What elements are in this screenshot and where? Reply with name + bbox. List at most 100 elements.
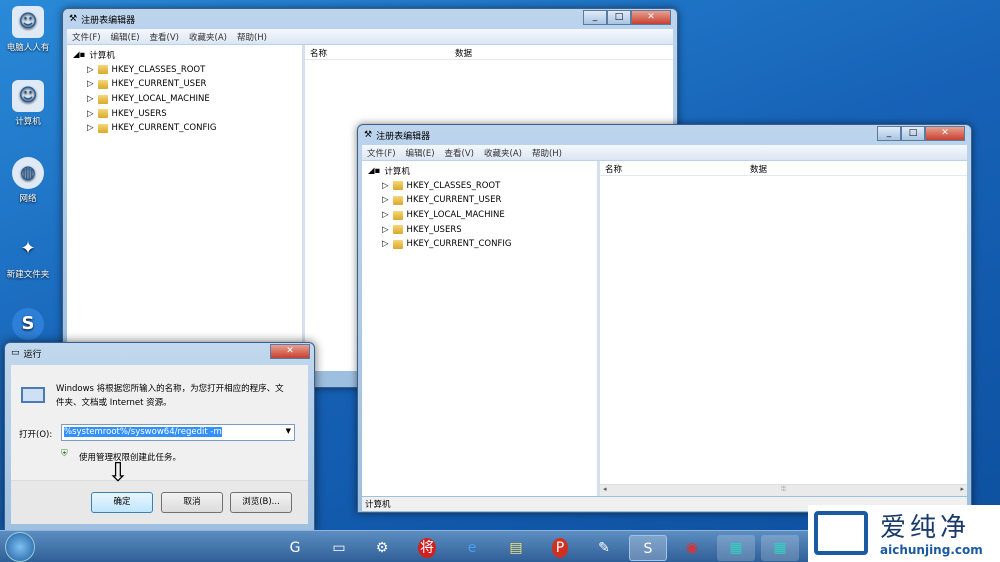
column-name[interactable]: 名称 (605, 163, 750, 175)
key-label: HKEY_CLASSES_ROOT (111, 64, 206, 75)
computer-icon: ☺ (12, 80, 44, 112)
maximize-button[interactable]: □ (607, 10, 631, 25)
taskbar-app[interactable]: ▦ (761, 535, 799, 561)
minimize-button[interactable]: _ (583, 10, 607, 25)
key-tree[interactable]: ◢▪ 计算机 ▷ HKEY_CLASSES_ROOT ▷ HKEY_CURRENT_U… (362, 161, 600, 496)
taskbar-app[interactable]: ⚙ (363, 535, 401, 561)
desktop-icon[interactable]: ✦ 新建文件夹 (2, 233, 54, 280)
taskbar-app[interactable]: ▭ (320, 535, 358, 561)
taskbar-app[interactable]: e (453, 535, 491, 561)
down-arrow-annotation-icon: ⇩ (107, 458, 129, 488)
taskbar-app[interactable]: ▤ (497, 535, 535, 561)
tree-key[interactable]: ▷ HKEY_CLASSES_ROOT (368, 179, 591, 194)
menu-file[interactable]: 文件(F) (367, 147, 396, 159)
watermark-logo-icon (814, 511, 868, 555)
desktop-icon-label: 电脑人人有 (6, 43, 50, 53)
taskbar-app[interactable]: ▦ (717, 535, 755, 561)
regedit-icon: ⚒ (364, 130, 373, 140)
taskbar-app[interactable]: ✎ (585, 535, 623, 561)
app-glyph: 将 (418, 538, 436, 558)
folder-icon (392, 225, 403, 235)
tree-root[interactable]: ◢▪ 计算机 (368, 164, 591, 179)
folder-icon (392, 181, 403, 191)
folder-icon (97, 94, 108, 104)
watermark-brand: 爱纯净 (880, 513, 971, 543)
menu-view[interactable]: 查看(V) (445, 147, 474, 159)
folder-icon (97, 109, 108, 119)
desktop-icon-label: 计算机 (15, 117, 41, 127)
tree-key[interactable]: ▷ HKEY_USERS (73, 106, 296, 121)
key-label: HKEY_LOCAL_MACHINE (111, 94, 210, 105)
network-icon: ◍ (12, 157, 44, 189)
admin-note: 使用管理权限创建此任务。 (79, 453, 182, 463)
key-label: HKEY_CURRENT_USER (406, 195, 502, 206)
tree-key[interactable]: ▷ HKEY_CLASSES_ROOT (73, 63, 296, 78)
tree-root[interactable]: ◢▪ 计算机 (73, 48, 296, 63)
menu-help[interactable]: 帮助(H) (237, 31, 267, 43)
ok-button[interactable]: 确定 (91, 492, 153, 513)
taskbar-app[interactable]: P (541, 535, 579, 561)
column-name[interactable]: 名称 (310, 47, 455, 59)
window-title: 注册表编辑器 (376, 131, 431, 142)
regedit-icon: ⚒ (69, 14, 78, 24)
taskbar-app[interactable]: S (629, 535, 667, 561)
watermark: 爱纯净 aichunjing.com (808, 505, 1000, 562)
column-data[interactable]: 数据 (750, 163, 767, 175)
value-list[interactable]: 名称 数据 ◂ ⦙⦙⦙ ▸ (600, 161, 967, 496)
tree-key[interactable]: ▷ HKEY_CURRENT_CONFIG (73, 121, 296, 136)
desktop-icon[interactable]: S (2, 308, 54, 343)
desktop-icon-label: 网络 (19, 194, 37, 204)
close-button[interactable]: ✕ (270, 344, 310, 359)
watermark-url: aichunjing.com (880, 543, 983, 557)
menu-edit[interactable]: 编辑(E) (406, 147, 435, 159)
run-dialog[interactable]: ▭ 运行 ✕ Windows 将根据您所输入的名称，为您打开相应的程序、文件夹、文… (4, 342, 315, 531)
key-label: HKEY_CURRENT_CONFIG (111, 123, 217, 134)
menu-view[interactable]: 查看(V) (150, 31, 179, 43)
close-button[interactable]: ✕ (925, 126, 965, 141)
folder-icon (97, 79, 108, 89)
robot-icon: ☺ (12, 6, 44, 38)
run-description: Windows 将根据您所输入的名称，为您打开相应的程序、文件夹、文档或 Int… (56, 384, 284, 408)
shield-icon: ⛨ (61, 449, 68, 459)
menu-favorites[interactable]: 收藏夹(A) (189, 31, 227, 43)
minimize-button[interactable]: _ (877, 126, 901, 141)
dropdown-arrow-icon[interactable]: ▼ (286, 427, 291, 435)
desktop-icon[interactable]: ☺ 计算机 (2, 80, 54, 127)
tree-key[interactable]: ▷ HKEY_USERS (368, 222, 591, 237)
computer-icon: ◢▪ (73, 50, 86, 61)
horizontal-scrollbar[interactable]: ◂ ⦙⦙⦙ ▸ (600, 484, 967, 496)
taskbar-app[interactable]: G (276, 535, 314, 561)
key-tree[interactable]: ◢▪ 计算机 ▷ HKEY_CLASSES_ROOT ▷ HKEY_CURRENT_U… (67, 45, 305, 371)
key-label: HKEY_CURRENT_USER (111, 79, 207, 90)
tree-key[interactable]: ▷ HKEY_CURRENT_USER (368, 193, 591, 208)
desktop-icon[interactable]: ◍ 网络 (2, 157, 54, 204)
menu-edit[interactable]: 编辑(E) (111, 31, 140, 43)
command-input[interactable]: %systemroot%/syswow64/regedit -m ▼ (61, 424, 295, 441)
dialog-title: 运行 (23, 349, 42, 360)
run-program-icon (21, 387, 45, 403)
browse-button[interactable]: 浏览(B)... (230, 492, 292, 513)
close-button[interactable]: ✕ (631, 10, 671, 25)
cancel-button[interactable]: 取消 (161, 492, 223, 513)
tree-key[interactable]: ▷ HKEY_LOCAL_MACHINE (368, 208, 591, 223)
key-label: HKEY_LOCAL_MACHINE (406, 210, 505, 221)
menu-favorites[interactable]: 收藏夹(A) (484, 147, 522, 159)
menu-help[interactable]: 帮助(H) (532, 147, 562, 159)
tree-root-label: 计算机 (384, 167, 410, 178)
desktop-icon-label: 新建文件夹 (6, 270, 50, 280)
tree-key[interactable]: ▷ HKEY_LOCAL_MACHINE (73, 92, 296, 107)
folder-icon (392, 195, 403, 205)
tree-key[interactable]: ▷ HKEY_CURRENT_CONFIG (368, 237, 591, 252)
menu-file[interactable]: 文件(F) (72, 31, 101, 43)
regedit-window-front[interactable]: ⚒ 注册表编辑器 _ □ ✕ 文件(F) 编辑(E) 查看(V) 收藏夹(A) 帮助(H) ◢… (357, 124, 972, 513)
column-data[interactable]: 数据 (455, 47, 472, 59)
desktop-icon[interactable]: ☺ 电脑人人有 (2, 6, 54, 53)
folder-icon (392, 239, 403, 249)
taskbar-app[interactable]: 将 (408, 535, 446, 561)
start-button[interactable] (5, 532, 35, 562)
app-glyph: P (551, 538, 569, 558)
key-label: HKEY_CLASSES_ROOT (406, 180, 501, 191)
maximize-button[interactable]: □ (901, 126, 925, 141)
tree-key[interactable]: ▷ HKEY_CURRENT_USER (73, 77, 296, 92)
taskbar-app[interactable]: ◉ (673, 535, 711, 561)
